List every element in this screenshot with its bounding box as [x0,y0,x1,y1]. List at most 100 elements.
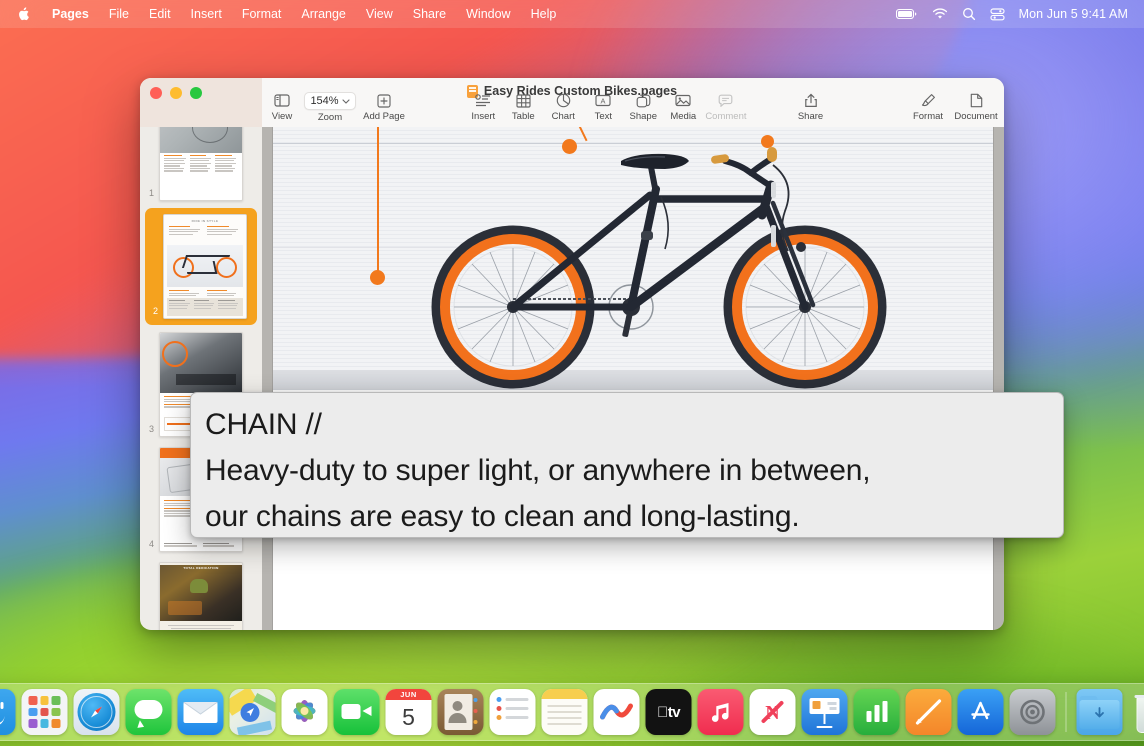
calendar-icon: JUN 5 [386,689,432,735]
search-icon[interactable] [962,7,976,21]
hover-text-preview-panel: CHAIN // Heavy-duty to super light, or a… [190,392,1064,538]
dock-item-apple-tv[interactable]: tv [646,689,692,735]
insert-icon [475,92,491,109]
menu-bar-status-area: Mon Jun 5 9:41 AM [896,7,1134,21]
shape-icon [636,92,651,109]
menu-item-help[interactable]: Help [521,0,567,28]
toolbar-chart-button[interactable]: Chart [543,92,583,122]
callout-dot-left[interactable] [370,270,385,285]
toolbar-table-button[interactable]: Table [503,92,543,122]
paintbrush-icon [921,92,936,109]
dock-item-music[interactable] [698,689,744,735]
chart-icon [556,92,571,109]
callout-dot-handlebar[interactable] [761,135,774,148]
menu-item-view[interactable]: View [356,0,403,28]
launchpad-icon [22,689,68,735]
zoom-value: 154% [310,95,338,107]
numbers-icon [854,689,900,735]
toolbar-insert-button[interactable]: Insert [463,92,503,122]
dock-item-app-store[interactable] [958,689,1004,735]
dock-item-freeform[interactable] [594,689,640,735]
battery-icon[interactable] [896,8,918,20]
dock-item-contacts[interactable] [438,689,484,735]
toolbar-view-label: View [272,111,292,122]
dock-item-numbers[interactable] [854,689,900,735]
toolbar-media-button[interactable]: Media [663,92,703,122]
toolbar-document-button[interactable]: Document [948,92,1004,122]
toolbar-share-button[interactable]: Share [791,92,831,122]
music-icon [698,689,744,735]
thumbnail-item-1[interactable]: 1 BIKES [140,127,262,206]
thumbnail-item-2[interactable]: 2 RIDE IN STYLE [145,208,257,325]
dock-item-calendar[interactable]: JUN 5 [386,689,432,735]
dock-item-facetime[interactable] [334,689,380,735]
svg-text:A: A [601,96,606,105]
dock-item-maps[interactable] [230,689,276,735]
toolbar-add-page-button[interactable]: Add Page [358,92,410,122]
add-page-icon [377,92,391,109]
toolbar-media-label: Media [670,111,696,122]
menu-item-insert[interactable]: Insert [181,0,232,28]
thumbnail-item-5[interactable]: 5 TOTAL DEDICATION [140,557,262,630]
dock-item-trash[interactable] [1129,689,1144,735]
dock-item-keynote[interactable] [802,689,848,735]
apple-logo-icon[interactable] [6,6,42,22]
safari-icon [74,689,120,735]
bike-photo [273,127,993,390]
menu-item-arrange[interactable]: Arrange [291,0,355,28]
toolbar-view-button[interactable]: View [262,92,302,122]
menu-item-edit[interactable]: Edit [139,0,181,28]
wifi-icon[interactable] [932,8,948,20]
menu-item-pages[interactable]: Pages [42,0,99,28]
downloads-folder-icon [1077,689,1123,735]
dock-item-pages[interactable] [906,689,952,735]
photos-icon [282,689,328,735]
comment-icon [718,92,733,109]
callout-dot-right[interactable] [562,139,577,154]
system-settings-gear-icon [1010,689,1056,735]
dock-item-launchpad[interactable] [22,689,68,735]
toolbar-insert-label: Insert [471,111,495,122]
reminders-icon [490,689,536,735]
menu-bar-clock[interactable]: Mon Jun 5 9:41 AM [1019,7,1128,21]
toolbar-format-button[interactable]: Format [908,92,948,122]
zoom-dropdown[interactable]: 154% [304,92,355,110]
dock-item-news[interactable]: N [750,689,796,735]
thumbnail-page-number: 4 [144,539,154,552]
dock-item-system-settings[interactable] [1010,689,1056,735]
trash-icon [1129,689,1144,735]
news-icon: N [750,689,796,735]
page-thumbnail-sidebar[interactable]: 1 BIKES 2 [140,127,262,630]
dock-item-safari[interactable] [74,689,120,735]
document-canvas[interactable]: CHAIN // Heavy-duty to super light, or a… [262,127,1004,630]
dock-item-mail[interactable] [178,689,224,735]
hover-text-line-1: CHAIN // [205,402,1049,448]
text-box-icon: A [595,92,611,109]
menu-item-window[interactable]: Window [456,0,520,28]
dock-item-photos[interactable] [282,689,328,735]
dock: JUN 5 tv [0,683,1144,741]
thumbnail-preview: TOTAL DEDICATION [159,562,243,630]
dock-separator [1066,692,1067,732]
dock-item-messages[interactable] [126,689,172,735]
toolbar-shape-button[interactable]: Shape [623,92,663,122]
hover-text-line-3: our chains are easy to clean and long-la… [205,494,1049,538]
dock-item-finder[interactable] [0,689,16,735]
dock-item-downloads-folder[interactable] [1077,689,1123,735]
menu-item-file[interactable]: File [99,0,139,28]
toolbar-comment-button[interactable]: Comment [703,92,748,122]
toolbar-text-button[interactable]: A Text [583,92,623,122]
callout-line-left [377,127,379,275]
dock-item-reminders[interactable] [490,689,536,735]
control-center-icon[interactable] [990,8,1005,21]
facetime-icon [334,689,380,735]
menu-item-format[interactable]: Format [232,0,292,28]
media-icon [675,92,691,109]
notes-icon [542,689,588,735]
chevron-down-icon [342,95,350,107]
dock-item-notes[interactable] [542,689,588,735]
thumbnail-page-number: 3 [144,424,154,437]
toolbar-zoom-control[interactable]: 154% Zoom [302,92,358,123]
menu-item-share[interactable]: Share [403,0,456,28]
thumbnail-preview: BIKES [159,127,243,201]
